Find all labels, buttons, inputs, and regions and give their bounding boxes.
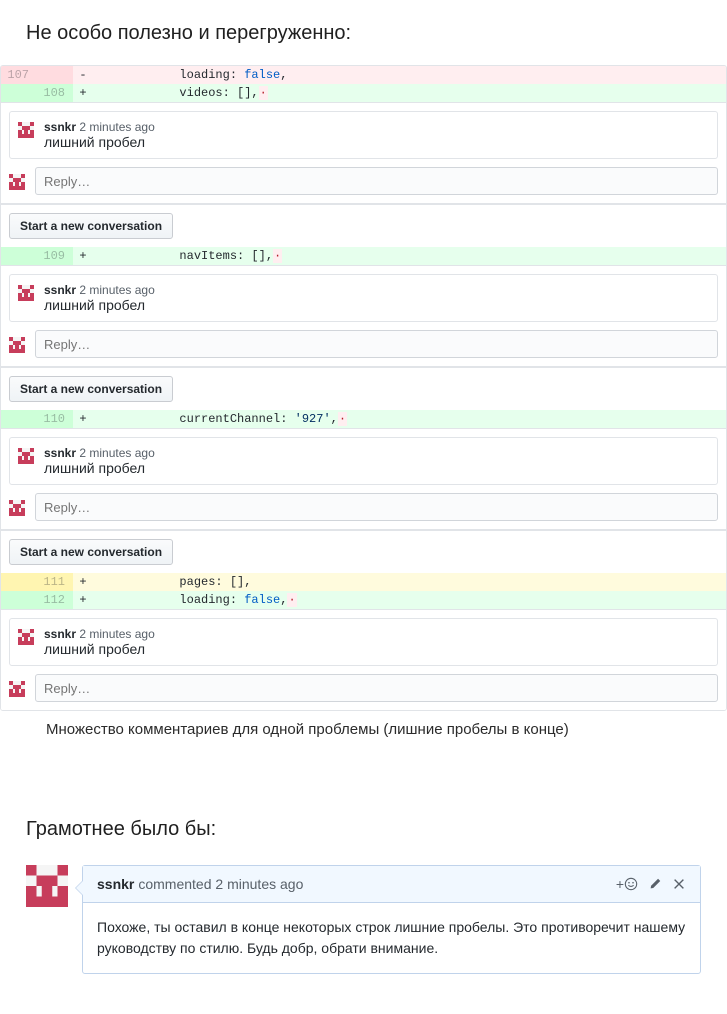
line-number-old: 107 xyxy=(1,66,37,84)
figure-caption: Множество комментариев для одной проблем… xyxy=(26,721,701,738)
reply-input[interactable] xyxy=(35,493,718,521)
comment-author[interactable]: ssnkr xyxy=(44,120,76,134)
diff-marker: - xyxy=(73,66,93,84)
avatar[interactable] xyxy=(9,500,25,516)
diff-line-added: 108 + videos: [],· xyxy=(1,84,726,102)
code-content: videos: [],· xyxy=(93,84,726,102)
line-number-new: 109 xyxy=(37,247,73,265)
reply-input[interactable] xyxy=(35,674,718,702)
avatar[interactable] xyxy=(18,122,34,138)
comment-author[interactable]: ssnkr xyxy=(97,876,134,892)
comment-message: лишний пробел xyxy=(44,297,155,313)
comment-message: лишний пробел xyxy=(44,641,155,657)
comment-author[interactable]: ssnkr xyxy=(44,283,76,297)
line-number-old xyxy=(1,247,37,265)
conversation-row: Start a new conversation xyxy=(1,367,726,410)
diff-line-added: 110 + currentChannel: '927',· xyxy=(1,410,726,428)
comment-bubble: ssnkr commented 2 minutes ago + Похоже, … xyxy=(82,865,701,974)
comment-time: 2 minutes ago xyxy=(215,876,303,892)
avatar[interactable] xyxy=(18,629,34,645)
diff-marker: + xyxy=(73,591,93,609)
comment-message: лишний пробел xyxy=(44,134,155,150)
diff-line-added: 112 + loading: false,· xyxy=(1,591,726,609)
comment-time: 2 minutes ago xyxy=(79,446,154,460)
commented-verb: commented xyxy=(138,876,211,892)
conversation-row: Start a new conversation xyxy=(1,204,726,247)
line-number-old xyxy=(1,591,37,609)
avatar[interactable] xyxy=(9,174,25,190)
diff-line-deleted: 107 - loading: false, xyxy=(1,66,726,84)
start-conversation-button[interactable]: Start a new conversation xyxy=(9,539,173,565)
comment-time: 2 minutes ago xyxy=(79,120,154,134)
avatar[interactable] xyxy=(9,681,25,697)
diff-marker: + xyxy=(73,84,93,102)
diff-line-context: 111 + pages: [], xyxy=(1,573,726,591)
review-comment: ssnkr 2 minutes ago лишний пробел xyxy=(1,609,726,710)
line-number-new: 112 xyxy=(37,591,73,609)
comment-body-text: Похоже, ты оставил в конце некоторых стр… xyxy=(83,903,700,973)
diff-marker: + xyxy=(73,410,93,428)
code-content: loading: false, xyxy=(93,66,726,84)
diff-container: 107 - loading: false, 108 + videos: [],·… xyxy=(0,65,727,711)
code-content: loading: false,· xyxy=(93,591,726,609)
review-comment: ssnkr 2 minutes ago лишний пробел xyxy=(1,265,726,367)
comment-message: лишний пробел xyxy=(44,460,155,476)
comment-time: 2 minutes ago xyxy=(79,283,154,297)
single-comment: ssnkr commented 2 minutes ago + Похоже, … xyxy=(26,865,701,974)
line-number-new: 108 xyxy=(37,84,73,102)
review-comment: ssnkr 2 minutes ago лишний пробел xyxy=(1,102,726,204)
avatar-large[interactable] xyxy=(26,865,68,907)
comment-author[interactable]: ssnkr xyxy=(44,446,76,460)
diff-marker: + xyxy=(73,247,93,265)
diff-marker: + xyxy=(73,573,93,591)
close-icon[interactable] xyxy=(672,877,686,891)
review-comment: ssnkr 2 minutes ago лишний пробел xyxy=(1,428,726,530)
avatar[interactable] xyxy=(18,285,34,301)
line-number-new: 110 xyxy=(37,410,73,428)
add-reaction-button[interactable]: + xyxy=(616,876,638,892)
reply-input[interactable] xyxy=(35,330,718,358)
avatar[interactable] xyxy=(9,337,25,353)
line-number-old xyxy=(1,84,37,102)
heading-better: Грамотнее было бы: xyxy=(26,818,701,841)
code-content: currentChannel: '927',· xyxy=(93,410,726,428)
line-number-new: 111 xyxy=(37,573,73,591)
edit-icon[interactable] xyxy=(648,877,662,891)
avatar[interactable] xyxy=(18,448,34,464)
line-number-old xyxy=(1,410,37,428)
start-conversation-button[interactable]: Start a new conversation xyxy=(9,376,173,402)
heading-not-useful: Не особо полезно и перегруженно: xyxy=(26,22,701,45)
line-number-new xyxy=(37,66,73,84)
diff-line-added: 109 + navItems: [],· xyxy=(1,247,726,265)
code-content: pages: [], xyxy=(93,573,726,591)
comment-author[interactable]: ssnkr xyxy=(44,627,76,641)
code-content: navItems: [],· xyxy=(93,247,726,265)
start-conversation-button[interactable]: Start a new conversation xyxy=(9,213,173,239)
comment-time: 2 minutes ago xyxy=(79,627,154,641)
line-number-old xyxy=(1,573,37,591)
conversation-row: Start a new conversation xyxy=(1,530,726,573)
reply-input[interactable] xyxy=(35,167,718,195)
